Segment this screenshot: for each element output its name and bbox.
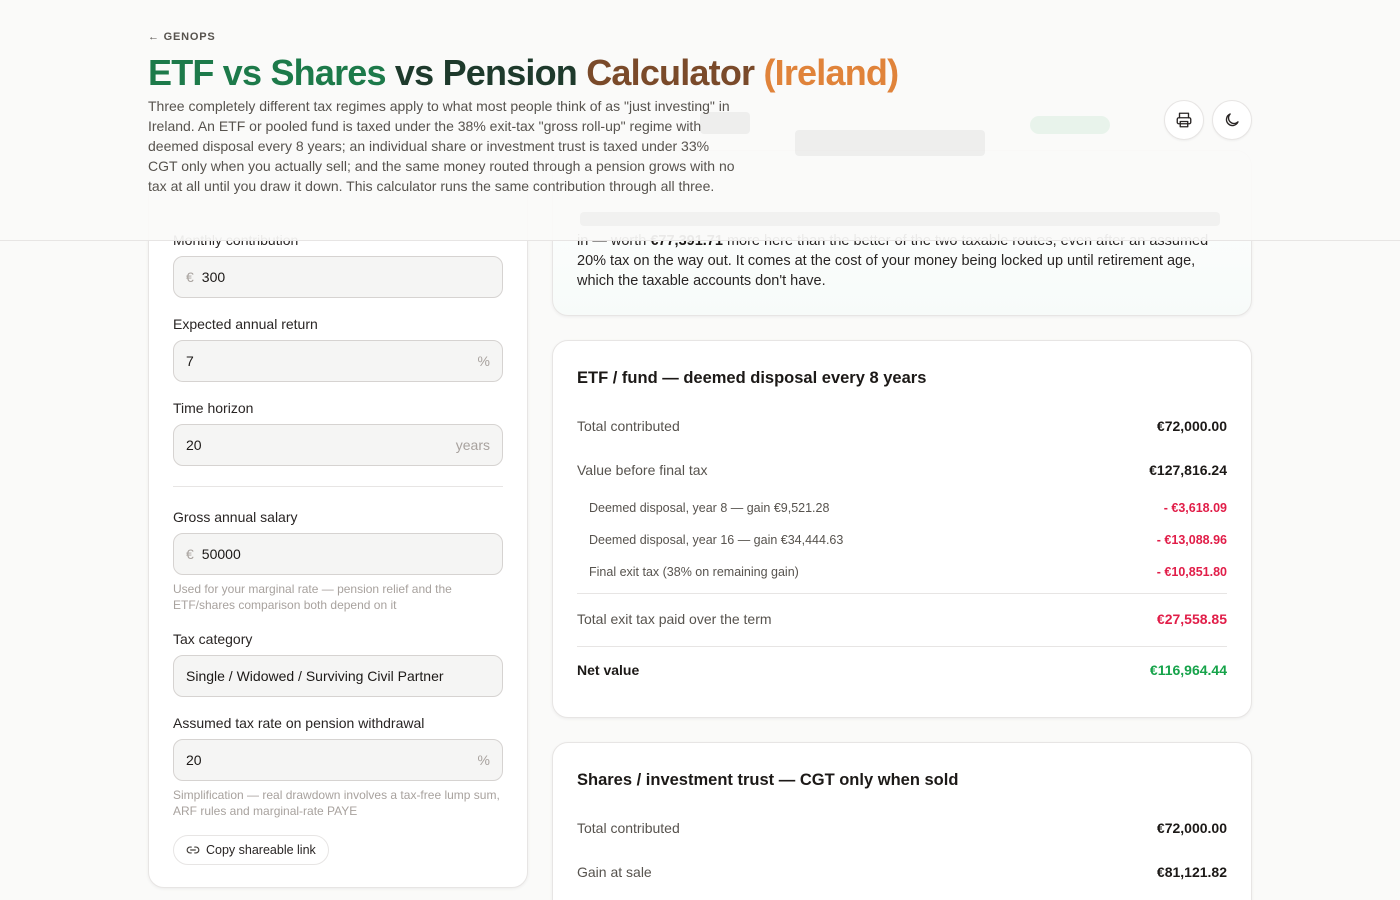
etf-row-net-value: Net value €116,964.44	[577, 662, 1227, 678]
row-amount: - €10,851.80	[1156, 565, 1227, 579]
row-amount: €72,000.00	[1156, 418, 1227, 434]
salary-label: Gross annual salary	[173, 509, 298, 525]
row-label: Net value	[577, 662, 640, 678]
ghost-content	[1030, 116, 1110, 134]
card-divider	[577, 646, 1227, 647]
withdrawal-hint: Simplification — real drawdown involves …	[173, 788, 500, 818]
print-button[interactable]	[1164, 100, 1204, 140]
ghost-content	[795, 130, 985, 156]
copy-link-label: Copy shareable link	[206, 843, 316, 857]
etf-subrow-deemed-16: Deemed disposal, year 16 — gain €34,444.…	[577, 533, 1227, 547]
etf-row-total-tax: Total exit tax paid over the term €27,55…	[577, 611, 1227, 627]
sticky-header: ← GENOPS ETF vs Shares vs Pension Calcul…	[0, 0, 1400, 241]
salary-input[interactable]: € 50000	[173, 533, 503, 575]
title-part: Calculator	[577, 52, 755, 93]
back-link[interactable]: ← GENOPS	[148, 31, 216, 43]
row-amount: €127,816.24	[1149, 462, 1227, 478]
percent-suffix: %	[477, 752, 490, 768]
etf-subrow-deemed-8: Deemed disposal, year 8 — gain €9,521.28…	[577, 501, 1227, 515]
card-divider	[577, 593, 1227, 594]
row-label: Total exit tax paid over the term	[577, 611, 772, 627]
row-amount: €27,558.85	[1156, 611, 1227, 627]
withdrawal-rate-label: Assumed tax rate on pension withdrawal	[173, 715, 425, 731]
page-title: ETF vs Shares vs Pension Calculator (Ire…	[148, 52, 899, 94]
row-label: Value before final tax	[577, 462, 708, 478]
ghost-content	[580, 212, 1220, 226]
annual-return-value: 7	[186, 353, 194, 369]
annual-return-label: Expected annual return	[173, 316, 318, 332]
salary-value: 50000	[201, 546, 241, 562]
etf-row-contributed: Total contributed €72,000.00	[577, 418, 1227, 434]
moon-icon	[1225, 113, 1239, 127]
time-horizon-label: Time horizon	[173, 400, 254, 416]
tax-category-label: Tax category	[173, 631, 253, 647]
title-part: (Ireland)	[754, 52, 899, 93]
shares-row-contributed: Total contributed €72,000.00	[577, 820, 1227, 836]
years-suffix: years	[455, 437, 490, 453]
etf-card: ETF / fund — deemed disposal every 8 yea…	[552, 340, 1252, 718]
row-label: Deemed disposal, year 8 — gain €9,521.28	[589, 501, 830, 515]
monthly-contribution-value: 300	[201, 269, 226, 285]
title-part: ETF vs Shares	[148, 52, 387, 93]
printer-icon	[1176, 112, 1192, 128]
percent-suffix: %	[477, 353, 490, 369]
euro-prefix: €	[186, 269, 194, 285]
time-horizon-input[interactable]: 20 years	[173, 424, 503, 466]
monthly-contribution-input[interactable]: € 300	[173, 256, 503, 298]
etf-subrow-final-exit: Final exit tax (38% on remaining gain) -…	[577, 565, 1227, 579]
withdrawal-rate-value: 20	[186, 752, 202, 768]
shares-card-title: Shares / investment trust — CGT only whe…	[577, 771, 959, 789]
euro-prefix: €	[186, 546, 194, 562]
row-amount: €72,000.00	[1156, 820, 1227, 836]
tax-category-select[interactable]: Single / Widowed / Surviving Civil Partn…	[173, 655, 503, 697]
row-amount: €116,964.44	[1149, 662, 1227, 678]
row-label: Total contributed	[577, 820, 680, 836]
back-link-label: ← GENOPS	[148, 31, 216, 43]
shares-card: Shares / investment trust — CGT only whe…	[552, 742, 1252, 900]
title-part: vs Pension	[385, 52, 578, 93]
etf-card-title: ETF / fund — deemed disposal every 8 yea…	[577, 369, 927, 387]
shares-row-gain: Gain at sale €81,121.82	[577, 864, 1227, 880]
link-icon	[186, 846, 200, 854]
copy-link-button[interactable]: Copy shareable link	[173, 835, 329, 865]
theme-toggle-button[interactable]	[1212, 100, 1252, 140]
row-amount: - €3,618.09	[1163, 501, 1227, 515]
row-amount: €81,121.82	[1156, 864, 1227, 880]
withdrawal-rate-input[interactable]: 20 %	[173, 739, 503, 781]
tax-category-value: Single / Widowed / Surviving Civil Partn…	[186, 668, 444, 684]
row-label: Gain at sale	[577, 864, 652, 880]
annual-return-input[interactable]: 7 %	[173, 340, 503, 382]
page-description: Three completely different tax regimes a…	[148, 98, 735, 194]
row-label: Final exit tax (38% on remaining gain)	[589, 565, 799, 579]
inputs-panel: Monthly contribution € 300 Expected annu…	[148, 180, 528, 888]
salary-hint: Used for your marginal rate — pension re…	[173, 582, 452, 612]
form-divider	[173, 486, 503, 487]
row-label: Total contributed	[577, 418, 680, 434]
etf-row-value-before-tax: Value before final tax €127,816.24	[577, 462, 1227, 478]
time-horizon-value: 20	[186, 437, 202, 453]
row-amount: - €13,088.96	[1156, 533, 1227, 547]
row-label: Deemed disposal, year 16 — gain €34,444.…	[589, 533, 844, 547]
